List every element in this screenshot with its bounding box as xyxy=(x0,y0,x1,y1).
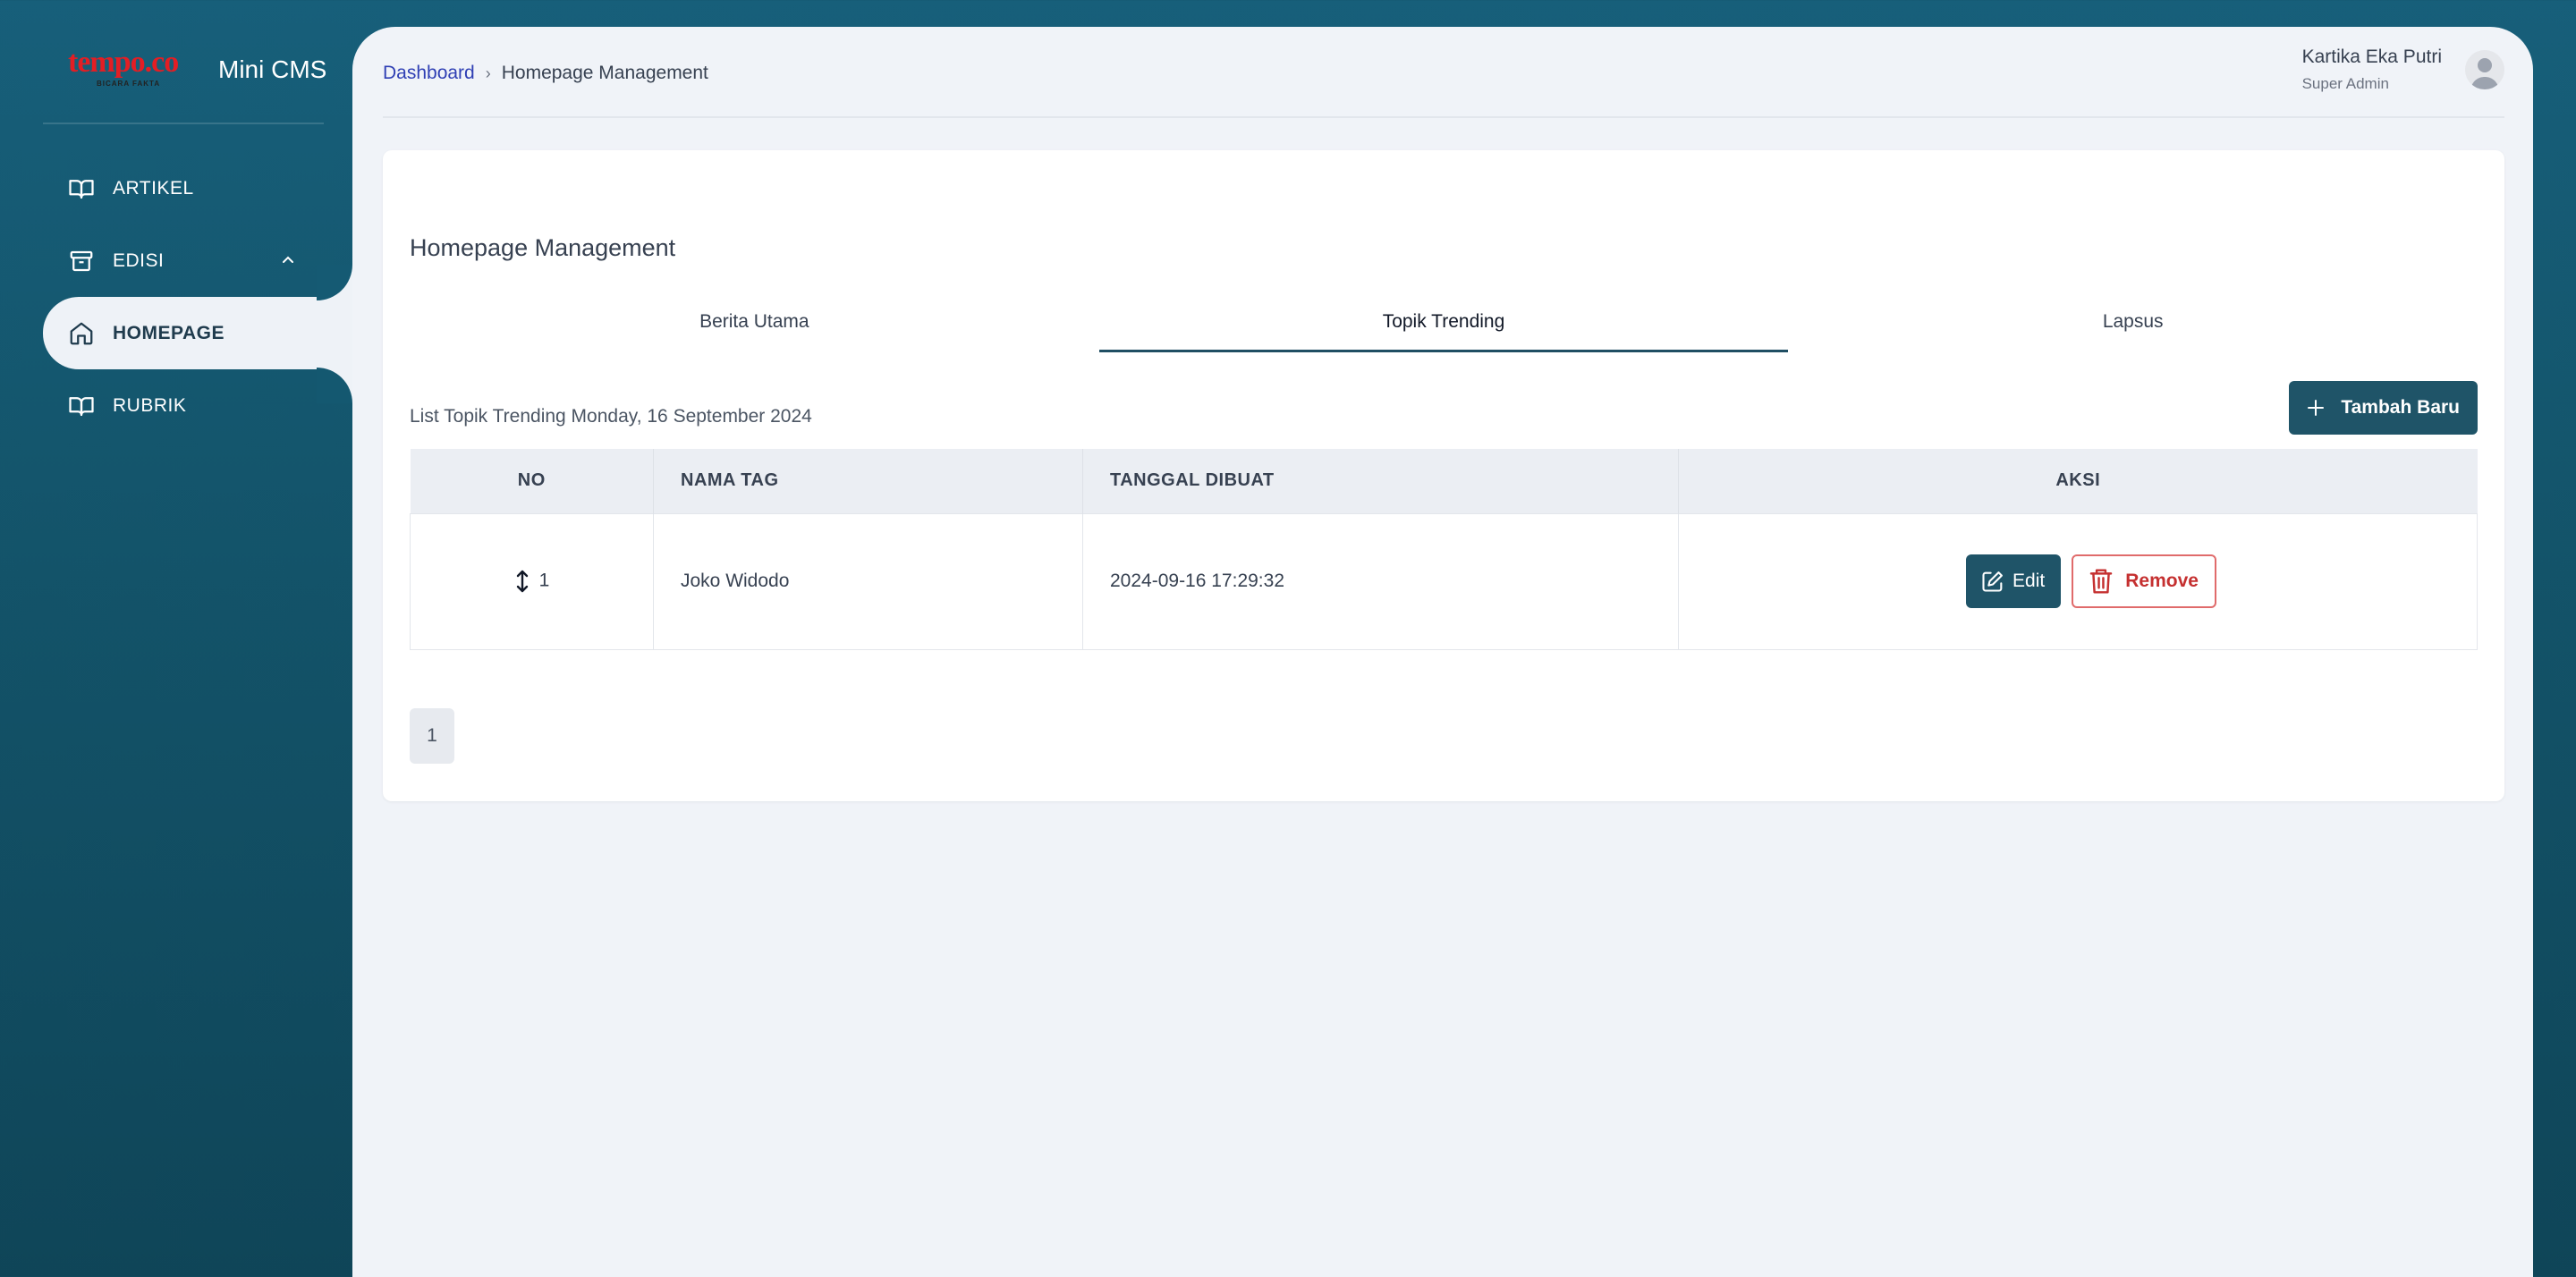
row-number: 1 xyxy=(538,570,550,591)
table-header-row: NO NAMA TAG TANGGAL DIBUAT AKSI xyxy=(410,449,2478,513)
sidebar-item-label: EDISI xyxy=(113,249,165,271)
active-tab-curve-bottom xyxy=(317,368,352,403)
column-header-aksi: AKSI xyxy=(1678,449,2478,513)
sidebar-item-label: ARTIKEL xyxy=(113,177,194,199)
cell-tanggal: 2024-09-16 17:29:32 xyxy=(1082,512,1679,650)
page-title: Homepage Management xyxy=(410,234,676,261)
breadcrumb-dashboard-link[interactable]: Dashboard xyxy=(383,63,475,84)
chevron-right-icon: › xyxy=(485,63,491,82)
edit-button[interactable]: Edit xyxy=(1966,554,2062,608)
add-new-label: Tambah Baru xyxy=(2341,397,2460,418)
column-header-no: NO xyxy=(410,449,654,513)
chevron-up-icon[interactable] xyxy=(277,249,299,271)
cell-aksi: Edit Remove xyxy=(1678,512,2478,650)
column-header-tanggal: TANGGAL DIBUAT xyxy=(1082,449,1679,513)
tempo-logo: tempo.co BICARA FAKTA xyxy=(68,47,200,92)
edit-label: Edit xyxy=(2012,571,2046,591)
tab-topik-trending[interactable]: Topik Trending xyxy=(1098,300,1789,352)
archive-icon xyxy=(68,248,95,275)
sidebar-item-artikel[interactable]: ARTIKEL xyxy=(43,152,352,224)
logo-text: tempo.co xyxy=(68,46,179,79)
brand[interactable]: tempo.co BICARA FAKTA Mini CMS xyxy=(68,45,326,95)
trending-table: NO NAMA TAG TANGGAL DIBUAT AKSI 1 Joko W… xyxy=(410,449,2478,650)
cell-nama-tag: Joko Widodo xyxy=(653,512,1083,650)
sidebar-item-label: RUBRIK xyxy=(113,394,187,416)
cell-no: 1 xyxy=(410,512,654,650)
app-title: Mini CMS xyxy=(218,55,327,83)
drag-handle-icon[interactable] xyxy=(514,569,530,594)
breadcrumb-current: Homepage Management xyxy=(501,63,708,83)
trash-icon xyxy=(2089,569,2113,594)
sidebar-item-rubrik[interactable]: RUBRIK xyxy=(43,369,352,442)
remove-button[interactable]: Remove xyxy=(2072,554,2216,608)
book-open-icon xyxy=(68,175,95,202)
top-header: Dashboard › Homepage Management Kartika … xyxy=(383,27,2504,118)
home-icon xyxy=(68,320,95,347)
list-caption: List Topik Trending Monday, 16 September… xyxy=(410,406,812,427)
user-name: Kartika Eka Putri xyxy=(2301,47,2442,67)
sidebar-divider xyxy=(43,123,324,124)
book-open-icon xyxy=(68,393,95,419)
tab-lapsus[interactable]: Lapsus xyxy=(1788,300,2478,352)
user-info: Kartika Eka Putri Super Admin xyxy=(2302,47,2442,93)
main-panel: Dashboard › Homepage Management Kartika … xyxy=(352,27,2533,1277)
active-tab-curve-top xyxy=(317,265,352,300)
user-menu[interactable]: Kartika Eka Putri Super Admin xyxy=(2302,47,2504,93)
sidebar-item-edisi[interactable]: EDISI xyxy=(43,224,352,297)
content-card: Homepage Management Berita Utama Topik T… xyxy=(383,150,2504,801)
sidebar-item-homepage[interactable]: HOMEPAGE xyxy=(43,297,352,369)
plus-icon xyxy=(2308,400,2325,416)
user-avatar-icon xyxy=(2470,58,2499,89)
column-header-nama-tag: NAMA TAG xyxy=(653,449,1083,513)
logo-tagline: BICARA FAKTA xyxy=(97,80,161,88)
pagination-page-1[interactable]: 1 xyxy=(410,708,454,764)
edit-icon xyxy=(1982,571,2004,592)
table-row: 1 Joko Widodo 2024-09-16 17:29:32 Edit R… xyxy=(410,512,2478,650)
sidebar-nav: ARTIKEL EDISI HOMEPAGE RUBRIK xyxy=(43,152,352,442)
remove-label: Remove xyxy=(2125,571,2199,591)
avatar[interactable] xyxy=(2465,50,2504,89)
tab-berita-utama[interactable]: Berita Utama xyxy=(410,300,1099,352)
sidebar: tempo.co BICARA FAKTA Mini CMS ARTIKEL E… xyxy=(0,0,352,1277)
row-actions: Edit Remove xyxy=(1706,554,2477,608)
sidebar-item-label: HOMEPAGE xyxy=(113,322,225,343)
breadcrumb: Dashboard › Homepage Management xyxy=(383,63,708,84)
user-role: Super Admin xyxy=(2301,75,2389,92)
add-new-button[interactable]: Tambah Baru xyxy=(2289,381,2478,435)
tab-bar: Berita Utama Topik Trending Lapsus xyxy=(410,300,2478,352)
